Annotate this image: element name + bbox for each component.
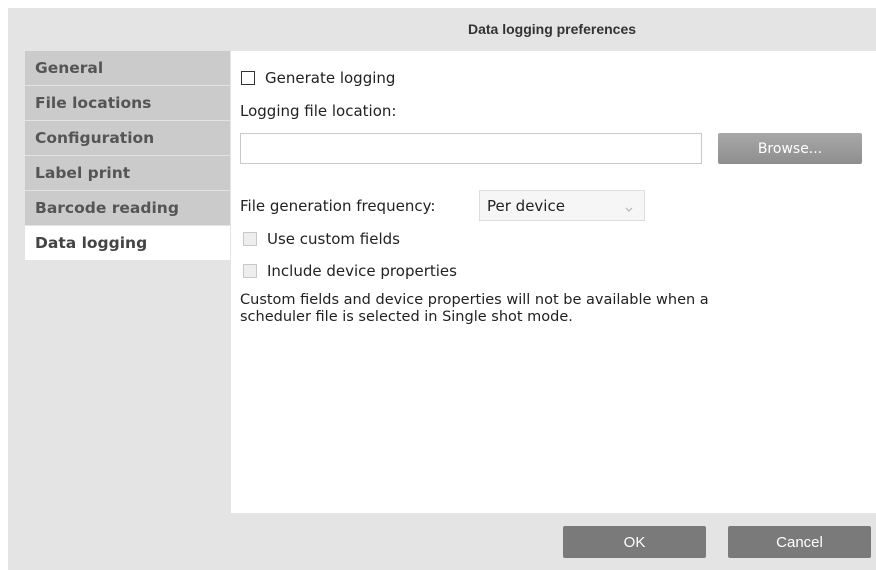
sidebar-item-configuration[interactable]: Configuration (25, 121, 230, 155)
sidebar: General File locations Configuration Lab… (25, 51, 230, 261)
cancel-button[interactable]: Cancel (728, 526, 871, 558)
use-custom-fields-checkbox[interactable] (243, 232, 257, 246)
generate-logging-row[interactable]: Generate logging (241, 69, 395, 87)
include-device-properties-row[interactable]: Include device properties (243, 262, 457, 280)
browse-button[interactable]: Browse... (718, 133, 862, 164)
sidebar-item-label-print[interactable]: Label print (25, 156, 230, 190)
chevron-down-icon (624, 200, 634, 218)
frequency-label: File generation frequency: (240, 197, 436, 215)
sidebar-item-general[interactable]: General (25, 51, 230, 85)
include-device-properties-label: Include device properties (267, 262, 457, 280)
dialog-title: Data logging preferences (467, 20, 637, 37)
sidebar-item-data-logging[interactable]: Data logging (25, 226, 230, 260)
generate-logging-checkbox[interactable] (241, 71, 255, 85)
use-custom-fields-label: Use custom fields (267, 230, 400, 248)
sidebar-item-barcode-reading[interactable]: Barcode reading (25, 191, 230, 225)
frequency-select-value: Per device (487, 196, 565, 215)
ok-button[interactable]: OK (563, 526, 706, 558)
dialog-footer: OK Cancel (8, 513, 876, 570)
preferences-dialog: Data logging preferences General File lo… (8, 8, 876, 570)
logging-location-label: Logging file location: (240, 102, 397, 120)
use-custom-fields-row[interactable]: Use custom fields (243, 230, 400, 248)
info-note: Custom fields and device properties will… (240, 292, 709, 325)
generate-logging-label: Generate logging (265, 69, 396, 87)
include-device-properties-checkbox[interactable] (243, 264, 257, 278)
logging-location-input[interactable] (240, 133, 702, 164)
content-panel: Generate logging Logging file location: … (231, 51, 876, 513)
frequency-select[interactable]: Per device (479, 190, 645, 221)
sidebar-item-file-locations[interactable]: File locations (25, 86, 230, 120)
